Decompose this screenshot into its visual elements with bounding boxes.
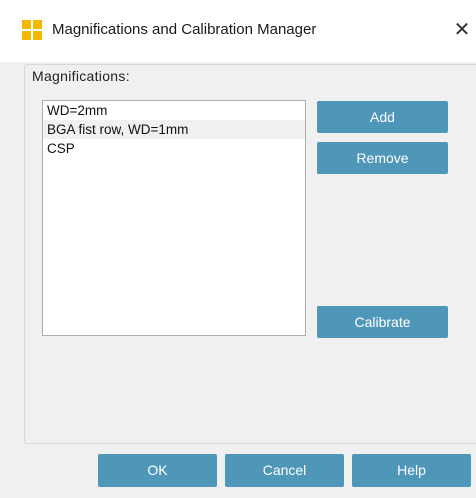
close-icon[interactable]: ✕ — [450, 16, 474, 44]
cancel-button[interactable]: Cancel — [225, 454, 344, 487]
calibrate-button[interactable]: Calibrate — [317, 306, 448, 338]
help-button[interactable]: Help — [352, 454, 471, 487]
ok-button[interactable]: OK — [98, 454, 217, 487]
remove-button[interactable]: Remove — [317, 142, 448, 174]
group-label: Magnifications: — [32, 68, 130, 84]
app-grid-icon — [22, 20, 42, 40]
list-item[interactable]: CSP — [43, 139, 305, 158]
list-item[interactable]: BGA fist row, WD=1mm — [43, 120, 305, 139]
add-button[interactable]: Add — [317, 101, 448, 133]
list-item[interactable]: WD=2mm — [43, 101, 305, 120]
magnifications-list[interactable]: WD=2mm BGA fist row, WD=1mm CSP — [42, 100, 306, 336]
dialog-window: Magnifications and Calibration Manager ✕… — [0, 0, 476, 498]
title-bar: Magnifications and Calibration Manager ✕ — [0, 0, 476, 62]
window-title: Magnifications and Calibration Manager — [52, 21, 317, 38]
